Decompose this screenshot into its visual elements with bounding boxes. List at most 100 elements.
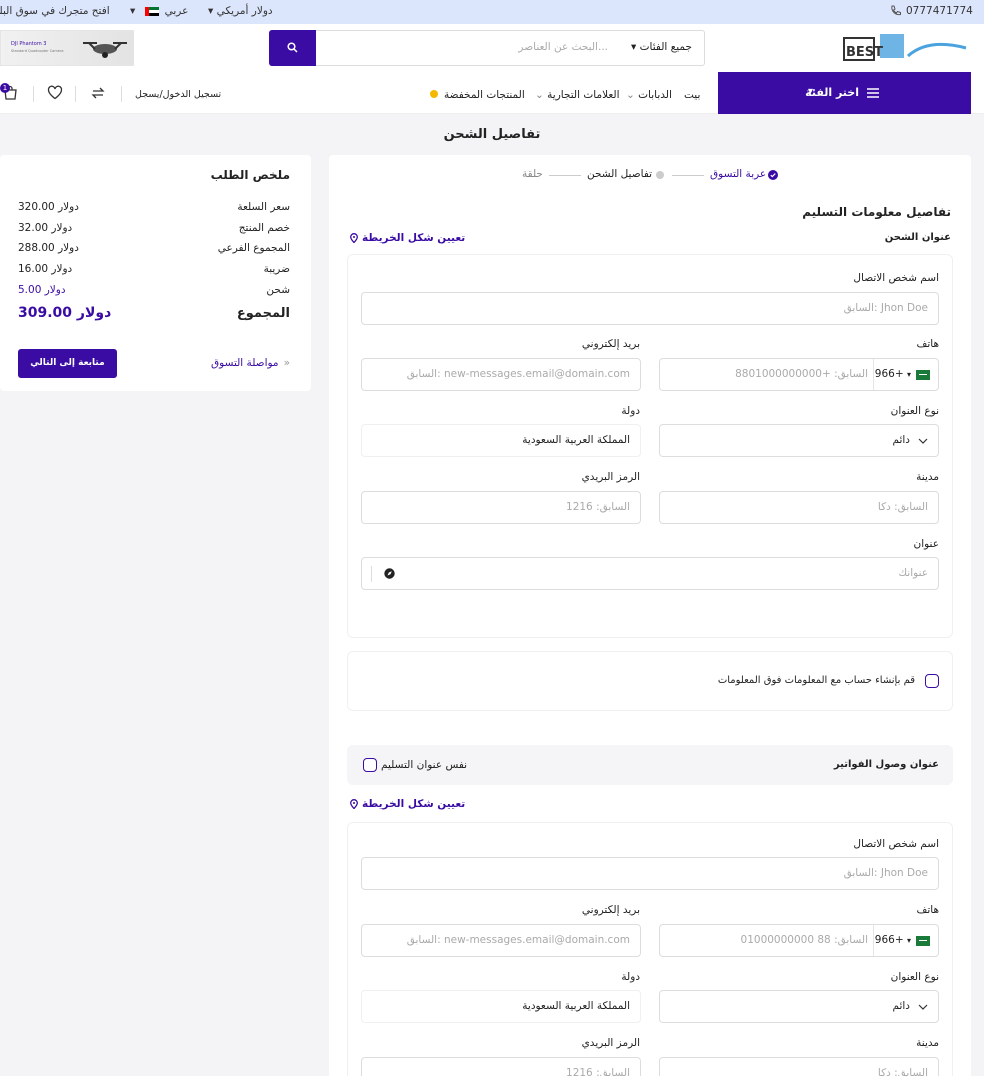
phone-input[interactable]: 966+ ▾ السابق: +8801000000000 [659,358,939,391]
summary-row-value: 288.00 دولار [18,242,79,254]
set-map-link[interactable]: تعيين شكل الخريطة [350,232,465,244]
nav-divider [121,86,122,102]
login-link[interactable]: تسجيل الدخول/يسجل [135,89,221,100]
contact-name-label: اسم شخص الاتصال [853,272,939,284]
nav-item-home[interactable]: بيت [684,89,700,101]
email-label: بريد إلكتروني [581,338,640,350]
billing-zip-input[interactable]: السابق: 1216 [361,1057,641,1076]
open-store-link[interactable]: افتح متجرك في سوق البلد [0,5,110,17]
email-input[interactable]: السابق: new-messages.email@domain.com [361,358,641,391]
drone-image [83,42,127,58]
billing-email-input[interactable]: السابق: new-messages.email@domain.com [361,924,641,957]
address-input[interactable]: عنوانك [361,557,939,590]
total-label: المجموع [236,306,290,321]
summary-row-label: شحن [266,284,290,296]
address-type-select[interactable]: دائم [659,424,939,457]
hamburger-icon [867,88,879,98]
country-label: دولة [621,405,640,417]
saudi-flag-icon [916,936,930,946]
country-field[interactable]: المملكة العربية السعودية [361,424,641,457]
promo-banner[interactable]: DJI Phantom 3 Standard Quadcopter Camera [0,30,134,66]
proceed-button[interactable]: متابعة إلى التالي [18,349,117,378]
language-select[interactable]: ▾ عربي [130,5,188,17]
city-label: مدينة [916,471,939,483]
summary-row-value: 5.00 دولار [18,284,66,296]
category-select[interactable]: ▾ جميع الفئات [631,41,692,53]
currency-select[interactable]: ▾ دولار أمريكي [208,5,273,17]
field-divider [873,359,874,390]
create-account-checkbox[interactable] [925,674,939,688]
summary-row-label: ضريبة [263,263,290,275]
nav-item-discounted[interactable]: المنتجات المخفضة [430,89,525,101]
chevron-down-icon: ▾ [208,5,217,17]
billing-city-label: مدينة [916,1037,939,1049]
chevron-down-icon: ▾ [906,936,911,945]
banner-title: DJI Phantom 3 [11,41,47,47]
step-shipping[interactable]: تفاصيل الشحن [587,168,652,180]
search-icon [287,42,298,53]
zip-label: الرمز البريدي [581,471,640,483]
billing-country-field[interactable]: المملكة العربية السعودية [361,990,641,1023]
chevron-down-icon [918,1004,928,1010]
billing-city-input[interactable]: السابق: دكا [659,1057,939,1076]
nav-divider [75,86,76,102]
billing-phone-input[interactable]: 966+ ▾ السابق: 88 01000000000 [659,924,939,957]
badge-dot-icon [430,90,438,98]
search-bar: البحث عن العناصر... ▾ جميع الفئات [269,30,705,66]
map-pin-icon [350,233,358,244]
phone-number[interactable]: 0777471774 [906,5,973,17]
saudi-flag-icon [916,370,930,380]
chevron-down-icon: ▾ [906,370,911,379]
delivery-section-title: تفاصيل معلومات التسليم [802,205,951,219]
chevron-down-icon: ▾ [631,41,640,53]
site-logo[interactable]: BEST [840,32,972,66]
summary-row-label: خصم المنتج [238,222,290,234]
svg-text:BEST: BEST [846,45,883,60]
field-divider [873,925,874,956]
total-value: 309.00 دولار [18,305,112,321]
nav-item-brands[interactable]: ⌄ العلامات التجارية [535,89,620,101]
heart-icon[interactable] [47,85,63,100]
step-cart[interactable]: عربة التسوق [710,168,766,180]
city-input[interactable]: السابق: دكا [659,491,939,524]
cart-count-badge: 1 [0,83,10,93]
phone-label: هاتف [916,338,939,350]
phone-icon [891,5,901,16]
shipping-address-label: عنوان الشحن [884,232,951,243]
search-button[interactable] [269,30,316,66]
banner-subtitle: Standard Quadcopter Camera [11,49,64,53]
category-menu-button[interactable]: اختر الفئة ▾ [718,72,971,114]
billing-country-label: دولة [621,971,640,983]
zip-input[interactable]: السابق: 1216 [361,491,641,524]
step-dot-icon [656,171,664,179]
billing-zip-label: الرمز البريدي [581,1037,640,1049]
chevron-down-icon: ▾ [808,86,814,97]
contact-name-input[interactable]: السابق: Jhon Doe [361,292,939,325]
create-account-label: قم بإنشاء حساب مع المعلومات فوق المعلوما… [717,675,915,686]
same-as-delivery-checkbox[interactable] [363,758,377,772]
compare-icon[interactable] [90,85,106,101]
step-loop[interactable]: حلقة [522,168,543,180]
nav-item-tanks[interactable]: ⌄ الدبابات [626,89,672,101]
nav-divider [33,86,34,102]
page-title: تفاصيل الشحن [443,127,541,142]
billing-phone-country-code[interactable]: 966+ ▾ [875,934,911,946]
billing-set-map-link[interactable]: تعيين شكل الخريطة [350,798,465,810]
billing-title: عنوان وصول الفواتير [833,759,939,770]
billing-contact-name-input[interactable]: السابق: Jhon Doe [361,857,939,890]
phone-country-code[interactable]: 966+ ▾ [875,368,911,380]
step-connector [549,175,581,176]
continue-shopping-link[interactable]: مواصلة التسوق» [211,357,290,369]
billing-phone-label: هاتف [916,904,939,916]
chevron-down-icon: ▾ [130,5,139,17]
compass-icon[interactable] [384,568,395,579]
uae-flag-icon [144,6,159,16]
top-bar: 0777471774 ▾ دولار أمريكي ▾ عربي افتح مت… [0,0,984,24]
chevron-down-icon: ⌄ [535,89,548,101]
step-connector [672,175,704,176]
billing-address-type-select[interactable]: دائم [659,990,939,1023]
chevron-down-icon: ⌄ [626,89,639,101]
same-as-delivery-label: نفس عنوان التسليم [381,759,468,771]
search-input[interactable]: البحث عن العناصر... [518,41,608,53]
check-circle-icon [768,170,778,180]
